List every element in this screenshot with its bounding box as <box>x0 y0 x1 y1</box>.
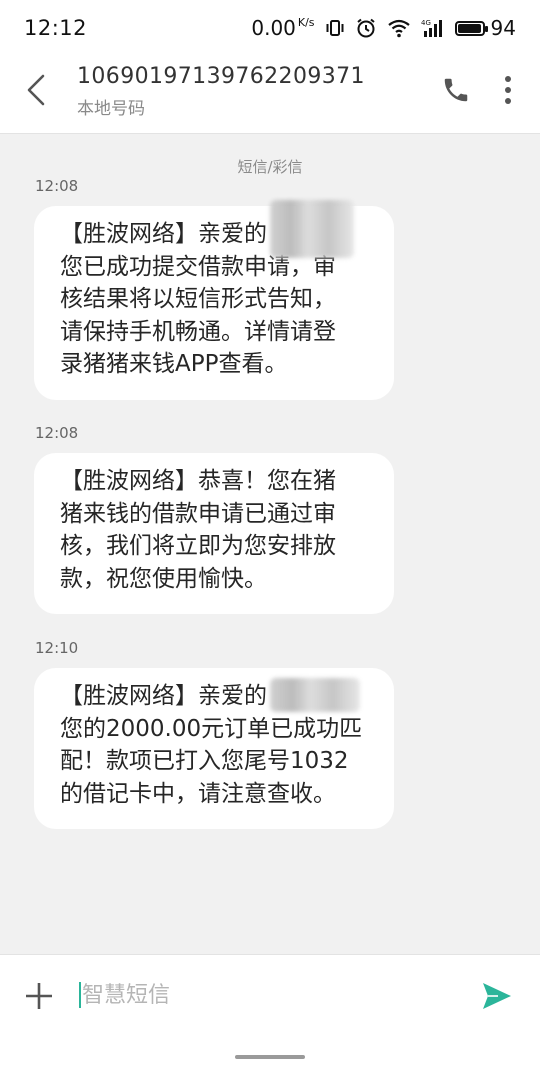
wifi-icon <box>387 18 411 38</box>
redaction-blur <box>270 200 354 258</box>
message-bubble[interactable]: 【胜波网络】恭喜！您在猪 猪来钱的借款申请已通过审 核，我们将立即为您安排放 款… <box>34 453 394 614</box>
send-icon <box>483 983 511 1009</box>
battery-indicator: 94 <box>454 16 516 40</box>
message-line: 录猪猪来钱APP查看。 <box>60 351 288 377</box>
message-bubble[interactable]: 【胜波网络】亲爱的 您的2000.00元订单已成功匹 配！款项已打入您尾号103… <box>34 668 394 829</box>
add-attachment-button[interactable] <box>22 979 56 1013</box>
battery-icon <box>454 20 488 36</box>
home-indicator[interactable] <box>235 1055 305 1059</box>
message-line: 请保持手机畅通。详情请登 <box>60 318 336 345</box>
battery-level: 94 <box>490 16 516 40</box>
message-line: 猪来钱的借款申请已通过审 <box>60 500 336 527</box>
compose-bar <box>0 954 540 1080</box>
status-time: 12:12 <box>24 16 88 40</box>
message-line: 【胜波网络】恭喜！您在猪 <box>60 468 336 494</box>
phone-icon <box>444 78 468 102</box>
message-input[interactable] <box>76 973 456 1017</box>
send-button[interactable] <box>478 977 516 1015</box>
network-speed-value: 0.00 <box>251 16 296 40</box>
status-bar: 12:12 0.00 K/s 4G 94 <box>0 0 540 56</box>
message-line: 配！款项已打入您尾号1032 <box>60 748 349 774</box>
message-line: 款，祝您使用愉快。 <box>60 565 267 592</box>
more-vertical-icon <box>505 76 511 104</box>
plus-icon <box>26 983 52 1009</box>
message-bubble[interactable]: 【胜波网络】亲爱的 您已成功提交借款申请，审 核结果将以短信形式告知， 请保持手… <box>34 200 394 400</box>
message-time: 12:08 <box>35 177 79 195</box>
message-time: 12:10 <box>35 639 79 657</box>
back-arrow-icon <box>27 74 45 106</box>
conversation-header: 10690197139762209371 本地号码 <box>0 56 540 134</box>
message-time: 12:08 <box>35 424 79 442</box>
status-indicators: 0.00 K/s 4G 94 <box>251 16 516 40</box>
text-caret <box>79 982 81 1008</box>
battery-fill <box>457 23 481 33</box>
more-options-button[interactable] <box>494 72 522 108</box>
contact-number: 10690197139762209371 <box>77 64 365 89</box>
alarm-icon <box>355 17 377 39</box>
message-line: 核结果将以短信形式告知， <box>60 286 336 312</box>
message-line: 您的2000.00元订单已成功匹 <box>60 715 363 742</box>
redaction-blur <box>270 678 360 712</box>
channel-label: 短信/彩信 <box>237 158 303 176</box>
contact-subtitle: 本地号码 <box>77 99 145 119</box>
vibrate-icon <box>325 18 345 38</box>
network-speed-unit: K/s <box>297 16 315 29</box>
svg-text:4G: 4G <box>421 19 431 27</box>
network-speed: 0.00 K/s <box>251 16 314 40</box>
call-button[interactable] <box>438 72 474 108</box>
signal-4g-icon: 4G <box>421 18 445 38</box>
back-button[interactable] <box>20 72 52 108</box>
message-line: 的借记卡中，请注意查收。 <box>60 780 336 807</box>
message-line: 核，我们将立即为您安排放 <box>60 533 336 559</box>
message-thread[interactable]: 短信/彩信 12:08 【胜波网络】亲爱的 您已成功提交借款申请，审 核结果将以… <box>0 134 540 954</box>
